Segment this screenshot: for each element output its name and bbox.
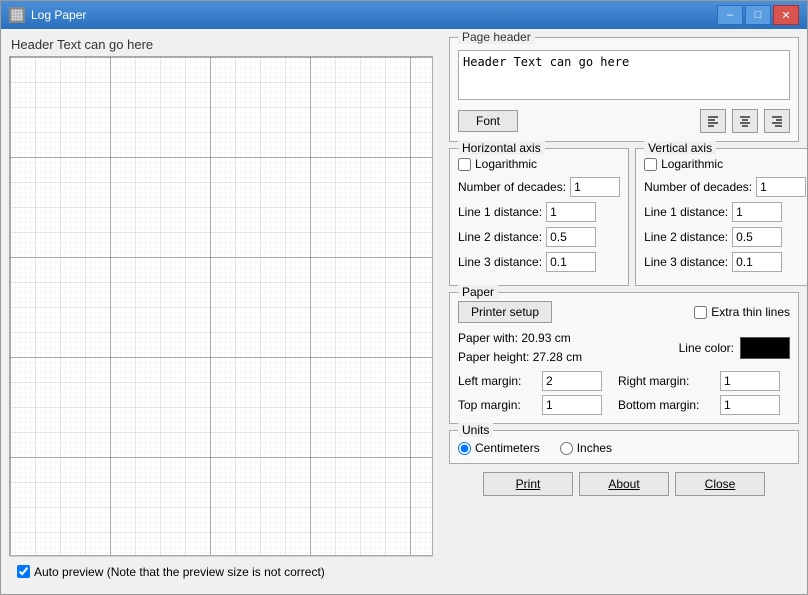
h-line2-label: Line 2 distance: <box>458 230 542 244</box>
grid-paper-preview <box>9 56 433 556</box>
h-decades-label: Number of decades: <box>458 180 566 194</box>
h-line2-input[interactable] <box>546 227 596 247</box>
v-decades-label: Number of decades: <box>644 180 752 194</box>
v-line3-label: Line 3 distance: <box>644 255 728 269</box>
v-line1-row: Line 1 distance: <box>644 202 806 222</box>
right-margin-input[interactable] <box>720 371 780 391</box>
paper-row1: Printer setup Extra thin lines <box>458 301 790 323</box>
paper-dimensions-row: Paper with: 20.93 cm Paper height: 27.28… <box>458 329 790 367</box>
preview-panel: Header Text can go here <box>1 29 441 594</box>
v-line3-row: Line 3 distance: <box>644 252 806 272</box>
about-button-label: About <box>608 477 639 491</box>
h-line2-row: Line 2 distance: <box>458 227 620 247</box>
align-right-button[interactable] <box>764 109 790 133</box>
bottom-margin-label: Bottom margin: <box>618 398 714 412</box>
page-header-group: Page header Font <box>449 37 799 142</box>
v-line2-row: Line 2 distance: <box>644 227 806 247</box>
h-logarithmic-label: Logarithmic <box>475 157 537 171</box>
h-logarithmic-checkbox[interactable] <box>458 158 471 171</box>
grid-svg <box>10 57 432 555</box>
preview-header-text: Header Text can go here <box>11 37 433 52</box>
axis-row: Horizontal axis Logarithmic Number of de… <box>449 148 799 286</box>
v-logarithmic-checkbox[interactable] <box>644 158 657 171</box>
extra-thin-checkbox[interactable] <box>694 306 707 319</box>
main-window: Log Paper – □ ✕ Header Text can go here <box>0 0 808 595</box>
inches-radio[interactable] <box>560 442 573 455</box>
printer-setup-button[interactable]: Printer setup <box>458 301 552 323</box>
extra-thin-row: Extra thin lines <box>694 305 790 319</box>
v-decades-input[interactable] <box>756 177 806 197</box>
bottom-bar: Auto preview (Note that the preview size… <box>9 556 433 586</box>
h-line1-input[interactable] <box>546 202 596 222</box>
action-buttons-row: Print About Close <box>449 472 799 496</box>
horizontal-axis-group: Horizontal axis Logarithmic Number of de… <box>449 148 629 286</box>
inches-label: Inches <box>577 441 612 455</box>
vertical-axis-group: Vertical axis Logarithmic Number of deca… <box>635 148 807 286</box>
main-content: Header Text can go here <box>1 29 807 594</box>
v-logarithmic-row: Logarithmic <box>644 157 806 171</box>
auto-preview-row: Auto preview (Note that the preview size… <box>17 565 325 579</box>
v-line1-input[interactable] <box>732 202 782 222</box>
align-center-button[interactable] <box>732 109 758 133</box>
extra-thin-label: Extra thin lines <box>711 305 790 319</box>
close-button-label: Close <box>705 477 736 491</box>
centimeters-radio[interactable] <box>458 442 471 455</box>
h-line1-row: Line 1 distance: <box>458 202 620 222</box>
print-button[interactable]: Print <box>483 472 573 496</box>
inches-option: Inches <box>560 441 612 455</box>
h-line3-row: Line 3 distance: <box>458 252 620 272</box>
auto-preview-checkbox[interactable] <box>17 565 30 578</box>
left-margin-label: Left margin: <box>458 374 536 388</box>
paper-group-label: Paper <box>458 285 498 299</box>
units-group: Units Centimeters Inches <box>449 430 799 464</box>
about-button[interactable]: About <box>579 472 669 496</box>
v-line2-label: Line 2 distance: <box>644 230 728 244</box>
top-margin-label: Top margin: <box>458 398 536 412</box>
horizontal-axis-label: Horizontal axis <box>458 141 545 155</box>
print-button-label: Print <box>516 477 541 491</box>
maximize-button[interactable]: □ <box>745 5 771 25</box>
line-color-label: Line color: <box>679 339 734 358</box>
h-decades-row: Number of decades: <box>458 177 620 197</box>
paper-height-text: Paper height: 27.28 cm <box>458 348 671 367</box>
paper-width-text: Paper with: 20.93 cm <box>458 329 671 348</box>
window-title: Log Paper <box>31 8 86 22</box>
v-line2-input[interactable] <box>732 227 782 247</box>
auto-preview-label: Auto preview (Note that the preview size… <box>34 565 325 579</box>
h-line3-input[interactable] <box>546 252 596 272</box>
v-decades-row: Number of decades: <box>644 177 806 197</box>
paper-group: Paper Printer setup Extra thin lines Pap… <box>449 292 799 424</box>
page-header-input[interactable] <box>458 50 790 100</box>
margins-grid: Left margin: Right margin: Top margin: B… <box>458 371 790 415</box>
close-button[interactable]: Close <box>675 472 765 496</box>
bottom-margin-input[interactable] <box>720 395 780 415</box>
v-line3-input[interactable] <box>732 252 782 272</box>
minimize-button[interactable]: – <box>717 5 743 25</box>
title-bar: Log Paper – □ ✕ <box>1 1 807 29</box>
centimeters-label: Centimeters <box>475 441 540 455</box>
h-logarithmic-row: Logarithmic <box>458 157 620 171</box>
top-margin-input[interactable] <box>542 395 602 415</box>
units-group-label: Units <box>458 423 493 437</box>
header-toolbar: Font <box>458 109 790 133</box>
title-bar-left: Log Paper <box>9 7 86 23</box>
vertical-axis-label: Vertical axis <box>644 141 716 155</box>
page-header-label: Page header <box>458 30 535 44</box>
app-icon <box>9 7 25 23</box>
v-line1-label: Line 1 distance: <box>644 205 728 219</box>
right-margin-label: Right margin: <box>618 374 714 388</box>
units-radio-row: Centimeters Inches <box>458 441 790 455</box>
h-line3-label: Line 3 distance: <box>458 255 542 269</box>
line-color-picker[interactable] <box>740 337 790 359</box>
h-line1-label: Line 1 distance: <box>458 205 542 219</box>
font-button[interactable]: Font <box>458 110 518 132</box>
v-logarithmic-label: Logarithmic <box>661 157 723 171</box>
title-bar-controls: – □ ✕ <box>717 5 799 25</box>
window-close-button[interactable]: ✕ <box>773 5 799 25</box>
centimeters-option: Centimeters <box>458 441 540 455</box>
right-panel: Page header Font <box>441 29 807 594</box>
left-margin-input[interactable] <box>542 371 602 391</box>
h-decades-input[interactable] <box>570 177 620 197</box>
align-left-button[interactable] <box>700 109 726 133</box>
